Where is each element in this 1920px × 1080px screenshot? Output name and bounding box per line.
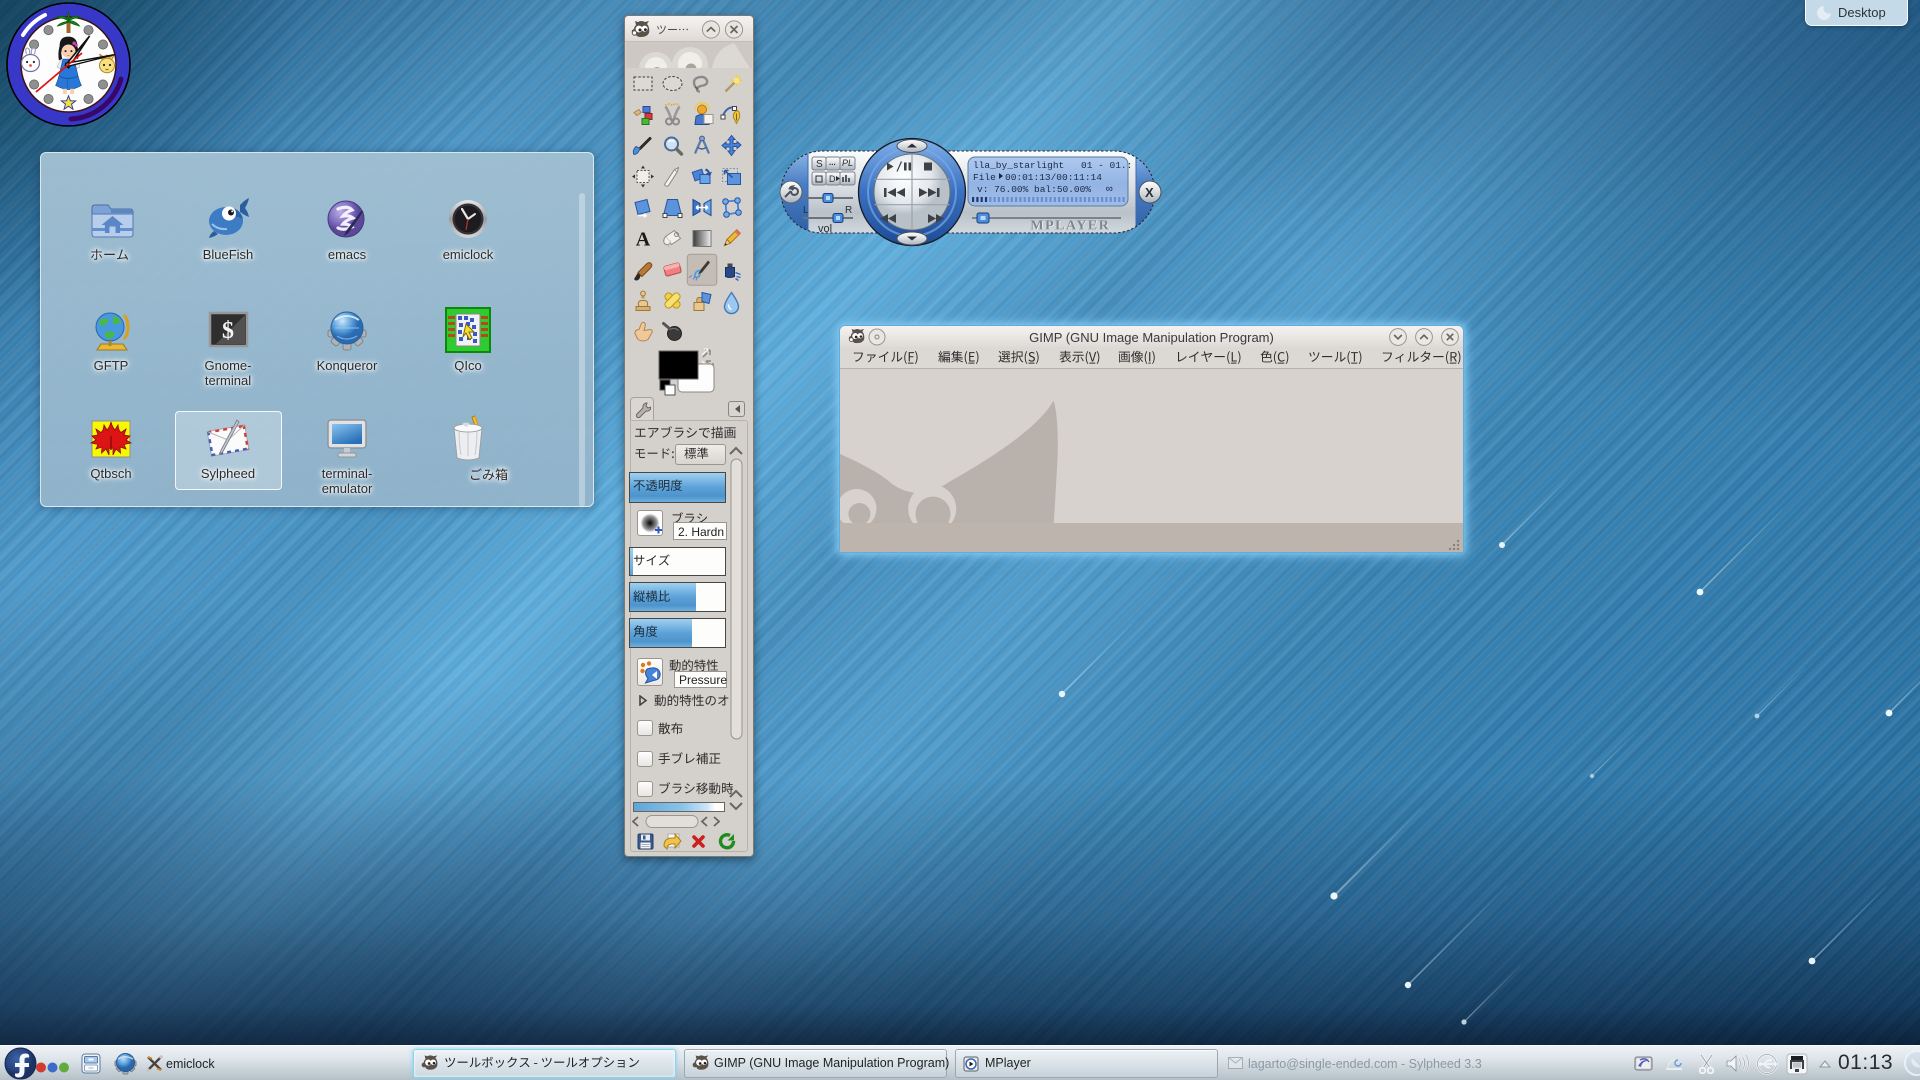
svg-text:00:01:13/00:11:14: 00:01:13/00:11:14 [1005,172,1102,183]
svg-text:v: 76.00% bal:50.00%: v: 76.00% bal:50.00% [977,184,1091,195]
svg-text:MPLAYER: MPLAYER [1030,218,1110,233]
svg-text:01 - 01.:: 01 - 01.: [1081,160,1132,171]
svg-text:...: ... [829,158,836,167]
svg-text:$: $ [222,318,234,344]
svg-text:X: X [1145,185,1154,200]
svg-text:S: S [816,159,823,170]
svg-text:lla_by_starlight: lla_by_starlight [973,160,1064,171]
svg-text:A: A [636,229,651,251]
svg-text:vol: vol [818,223,832,235]
svg-text:L: L [803,205,809,216]
svg-text:PL: PL [842,158,853,168]
svg-text:R: R [845,205,852,216]
svg-text:D: D [829,174,836,184]
svg-text:∞: ∞ [1106,184,1113,196]
svg-text:File: File [973,172,996,183]
